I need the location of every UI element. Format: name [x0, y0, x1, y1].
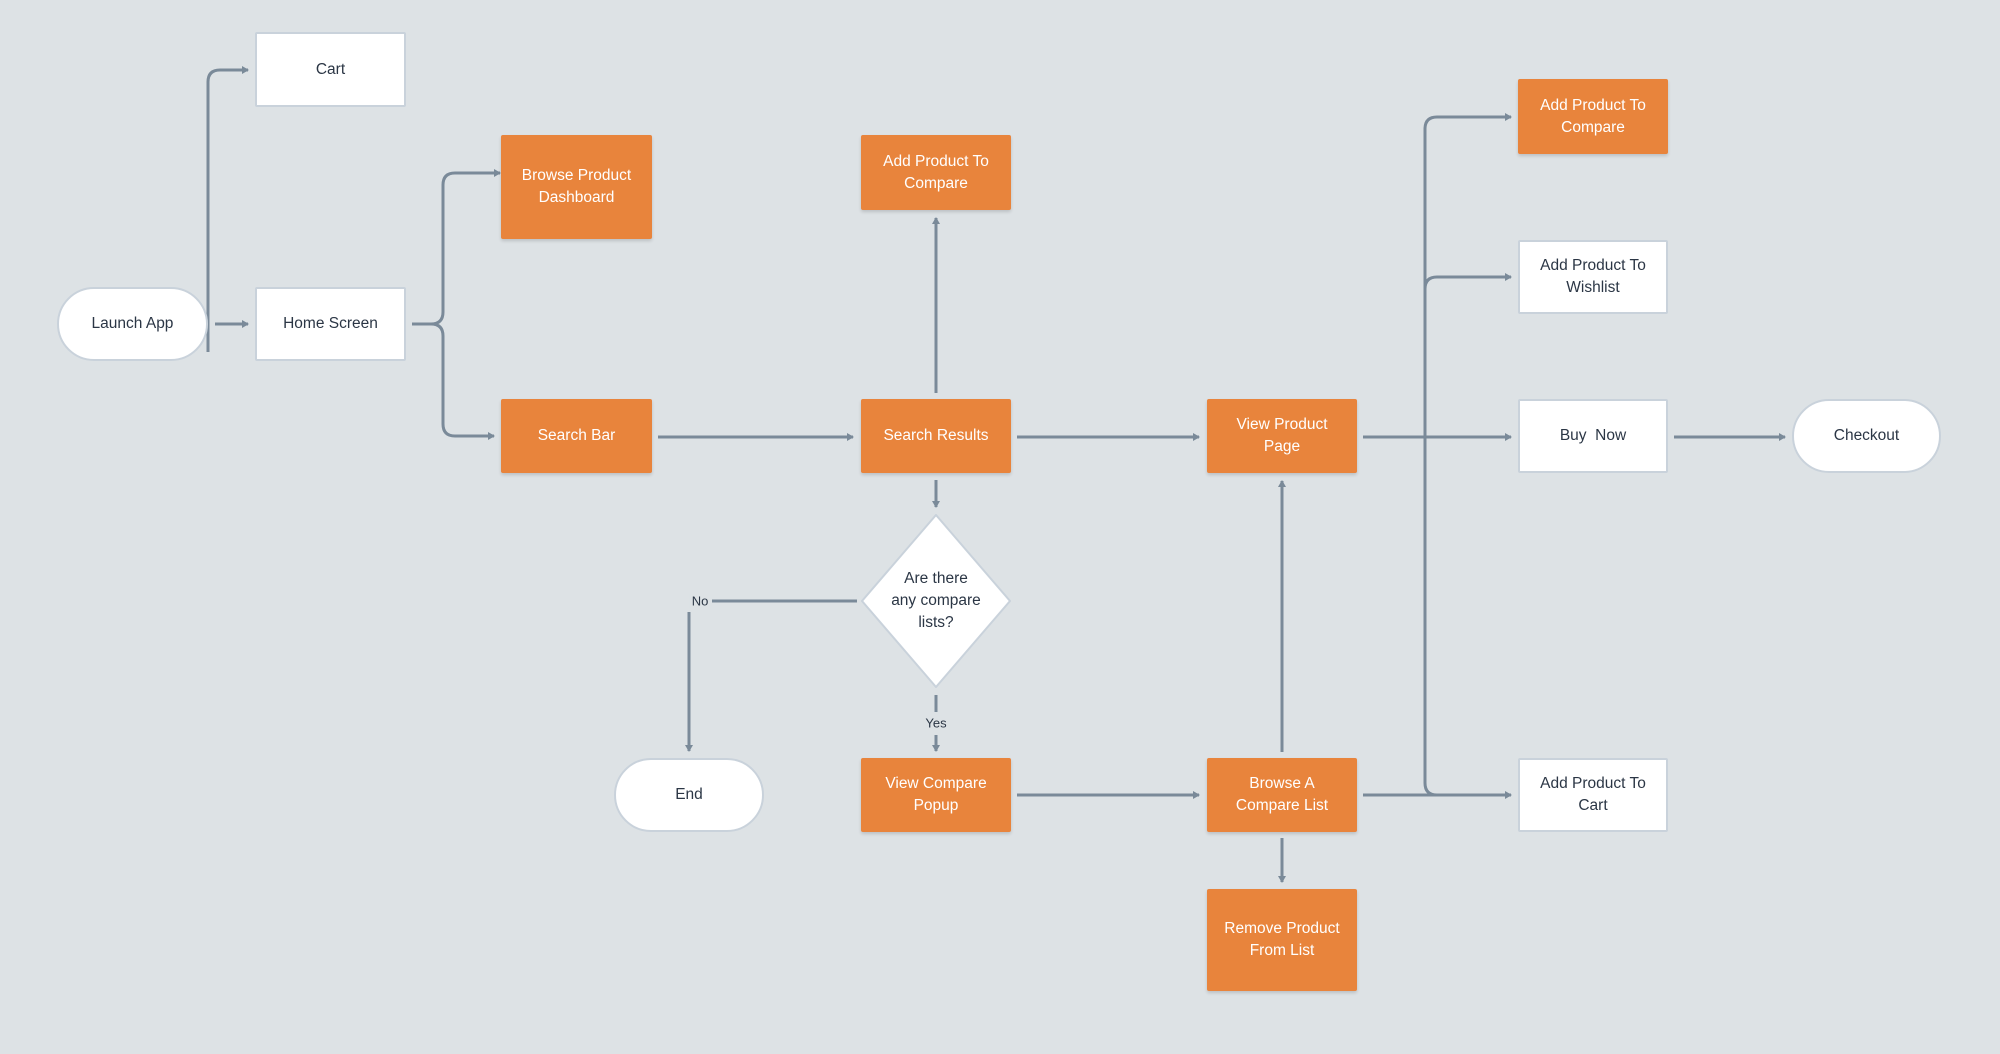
edge-launch-cart [206, 66, 249, 352]
view-compare-popup-node[interactable]: View Compare Popup [861, 758, 1011, 832]
add-compare-mid-node[interactable]: Add Product To Compare [861, 135, 1011, 210]
yes-label: Yes [923, 715, 949, 731]
view-product-page-node[interactable]: View Product Page [1207, 399, 1357, 473]
browse-compare-list-node[interactable]: Browse A Compare List [1207, 758, 1357, 832]
remove-product-node[interactable]: Remove Product From List [1207, 889, 1357, 991]
decision-label: Are there any compare lists? [891, 570, 981, 631]
edge-trunk-addcompare [1423, 113, 1512, 797]
cart-node[interactable]: Cart [255, 32, 406, 107]
add-cart-node[interactable]: Add Product To Cart [1518, 758, 1668, 832]
edge-home-search [430, 322, 495, 440]
decision-node[interactable]: Are there any compare lists? [861, 514, 1011, 688]
browse-dashboard-node[interactable]: Browse Product Dashboard [501, 135, 652, 239]
launch-app-terminal[interactable]: Launch App [57, 287, 208, 361]
search-results-node[interactable]: Search Results [861, 399, 1011, 473]
checkout-terminal[interactable]: Checkout [1792, 399, 1941, 473]
edge-trunk-wishlist [1423, 273, 1512, 290]
edge-home-browse [412, 169, 501, 326]
home-screen-node[interactable]: Home Screen [255, 287, 406, 361]
add-wishlist-node[interactable]: Add Product To Wishlist [1518, 240, 1668, 314]
no-label: No [689, 593, 711, 609]
add-compare-right-node[interactable]: Add Product To Compare [1518, 79, 1668, 154]
search-bar-node[interactable]: Search Bar [501, 399, 652, 473]
buy-now-node[interactable]: Buy Now [1518, 399, 1668, 473]
end-terminal[interactable]: End [614, 758, 764, 832]
